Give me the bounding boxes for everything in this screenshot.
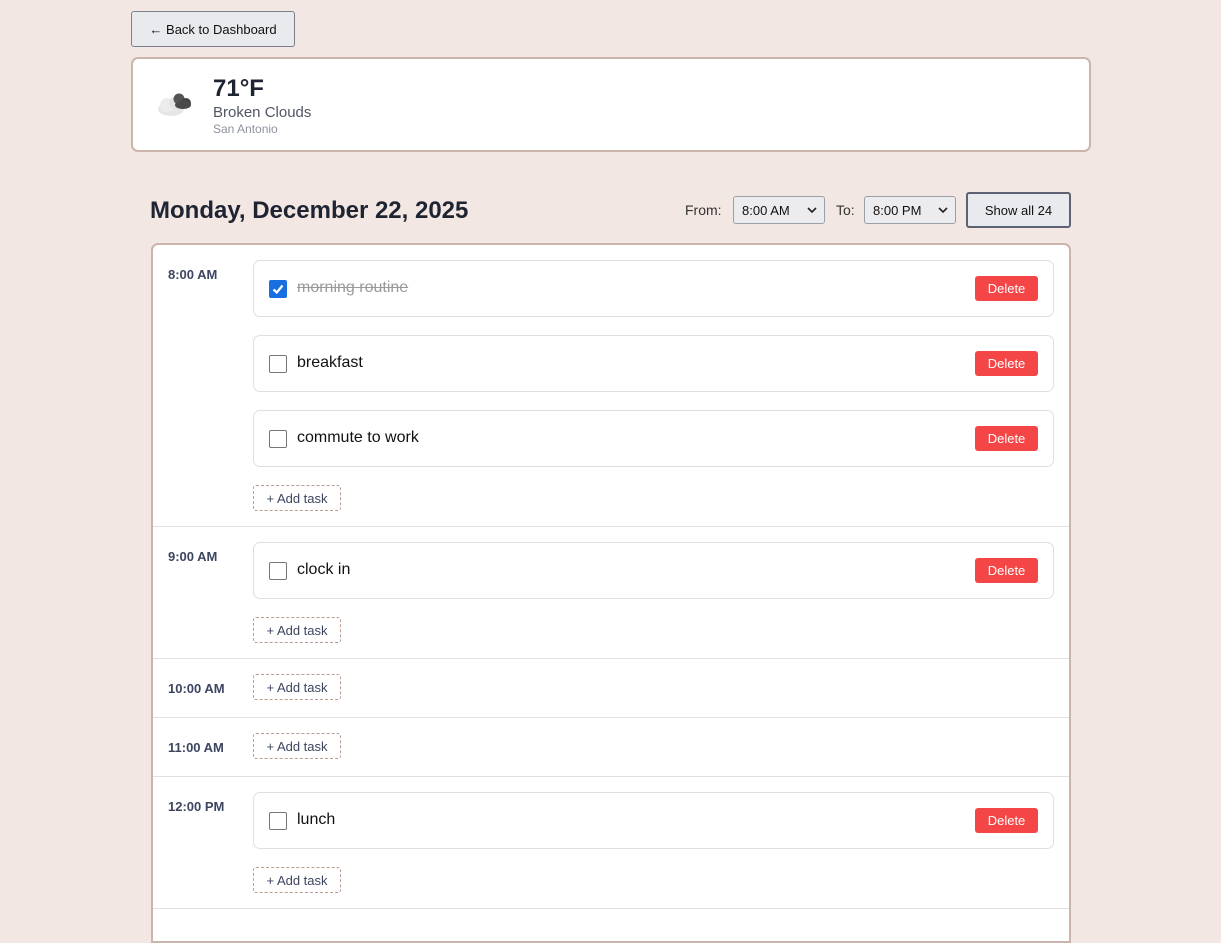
task-checkbox[interactable]	[269, 812, 287, 830]
add-task-button[interactable]: + Add task	[253, 674, 341, 700]
checkmark-icon	[272, 284, 284, 295]
task-item: lunch Delete	[253, 792, 1054, 849]
broken-clouds-icon	[158, 93, 191, 116]
add-task-button[interactable]: + Add task	[253, 867, 341, 893]
task-title: clock in	[297, 561, 351, 578]
time-slot: 12:00 PM lunch Delete + Add task	[153, 777, 1069, 909]
task-item: breakfast Delete	[253, 335, 1054, 392]
delete-task-button[interactable]: Delete	[975, 426, 1038, 451]
task-checkbox[interactable]	[269, 430, 287, 448]
from-label: From:	[685, 202, 722, 218]
task-item: commute to work Delete	[253, 410, 1054, 467]
slot-task-list: lunch Delete + Add task	[253, 777, 1069, 908]
time-slot: 11:00 AM + Add task	[153, 718, 1069, 777]
slot-hour-label: 12:00 PM	[168, 799, 225, 814]
show-all-hours-button[interactable]: Show all 24	[966, 192, 1071, 228]
task-checkbox[interactable]	[269, 562, 287, 580]
delete-task-button[interactable]: Delete	[975, 808, 1038, 833]
from-time-select[interactable]: 8:00 AM	[733, 196, 825, 224]
weather-city: San Antonio	[213, 122, 278, 136]
slot-hour-label: 11:00 AM	[168, 740, 224, 755]
task-title: breakfast	[297, 354, 363, 371]
chevron-down-icon	[807, 207, 817, 214]
to-label: To:	[836, 202, 855, 218]
task-checkbox[interactable]	[269, 280, 287, 298]
delete-task-button[interactable]: Delete	[975, 276, 1038, 301]
delete-task-button[interactable]: Delete	[975, 558, 1038, 583]
time-slot: 8:00 AM morning routine Delete breakfast Del…	[153, 245, 1069, 527]
chevron-down-icon	[938, 207, 948, 214]
slot-task-list: + Add task	[253, 659, 1069, 717]
task-item: clock in Delete	[253, 542, 1054, 599]
to-time-value: 8:00 PM	[873, 202, 922, 218]
weather-card: 71°F Broken Clouds San Antonio	[131, 57, 1091, 152]
to-time-select[interactable]: 8:00 PM	[864, 196, 956, 224]
task-title: morning routine	[297, 279, 409, 296]
back-to-dashboard-button[interactable]: ← Back to Dashboard	[131, 11, 295, 47]
task-checkbox[interactable]	[269, 355, 287, 373]
slot-hour-label: 9:00 AM	[168, 549, 218, 564]
slot-hour-label: 8:00 AM	[168, 267, 218, 282]
slot-hour-label: 10:00 AM	[168, 681, 225, 696]
time-slot: 9:00 AM clock in Delete + Add task	[153, 527, 1069, 659]
slot-task-list: + Add task	[253, 718, 1069, 776]
add-task-button[interactable]: + Add task	[253, 485, 341, 511]
add-task-button[interactable]: + Add task	[253, 733, 341, 759]
page-title: Monday, December 22, 2025	[150, 197, 469, 224]
slot-task-list: clock in Delete + Add task	[253, 527, 1069, 658]
weather-condition: Broken Clouds	[213, 104, 312, 121]
task-title: lunch	[297, 811, 336, 828]
hourly-schedule: 8:00 AM morning routine Delete breakfast Del…	[151, 243, 1071, 943]
weather-temperature: 71°F	[213, 75, 264, 102]
from-time-value: 8:00 AM	[742, 202, 790, 218]
delete-task-button[interactable]: Delete	[975, 351, 1038, 376]
task-item: morning routine Delete	[253, 260, 1054, 317]
add-task-button[interactable]: + Add task	[253, 617, 341, 643]
time-slot: 10:00 AM + Add task	[153, 659, 1069, 718]
task-title: commute to work	[297, 429, 419, 446]
slot-task-list: morning routine Delete breakfast Delete comm…	[253, 245, 1069, 526]
